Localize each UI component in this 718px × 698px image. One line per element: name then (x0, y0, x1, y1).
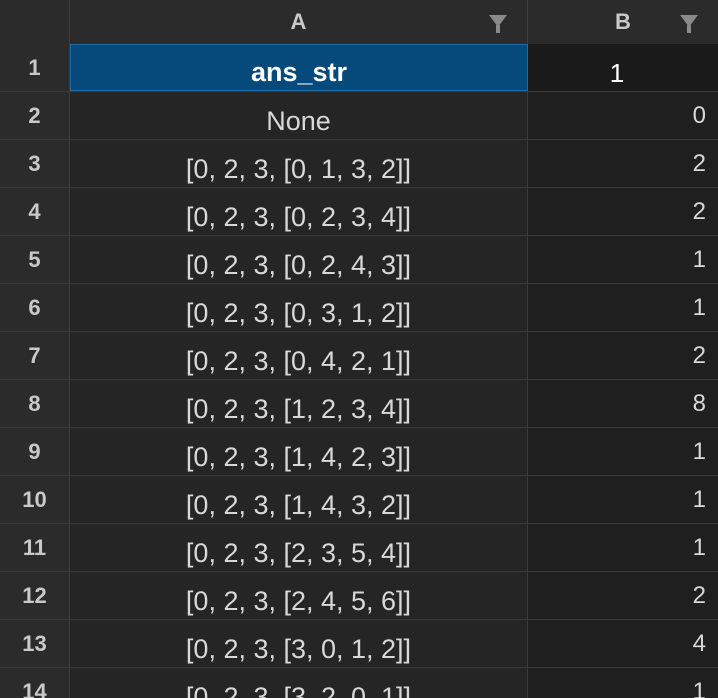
row-header[interactable]: 1 (0, 44, 70, 91)
cell-b[interactable]: 2 (528, 188, 718, 235)
cell-b[interactable]: 2 (528, 572, 718, 619)
row-header[interactable]: 3 (0, 140, 70, 187)
table-row: 4 [0, 2, 3, [0, 2, 3, 4]] 2 (0, 188, 718, 236)
row-header[interactable]: 5 (0, 236, 70, 283)
row-header[interactable]: 4 (0, 188, 70, 235)
row-header[interactable]: 2 (0, 92, 70, 139)
table-row: 2 None 0 (0, 92, 718, 140)
row-header[interactable]: 7 (0, 332, 70, 379)
cell-b[interactable]: 1 (528, 668, 718, 698)
column-header-b-label: B (615, 9, 631, 34)
row-header[interactable]: 13 (0, 620, 70, 667)
cell-b[interactable]: 2 (528, 332, 718, 379)
cell-b[interactable]: 1 (528, 476, 718, 523)
column-header-a[interactable]: A (70, 0, 528, 44)
cell-a[interactable]: [0, 2, 3, [1, 4, 3, 2]] (70, 476, 528, 523)
table-row: 7 [0, 2, 3, [0, 4, 2, 1]] 2 (0, 332, 718, 380)
table-row: 6 [0, 2, 3, [0, 3, 1, 2]] 1 (0, 284, 718, 332)
row-header[interactable]: 14 (0, 668, 70, 698)
cell-a[interactable]: [0, 2, 3, [0, 3, 1, 2]] (70, 284, 528, 331)
cell-a[interactable]: [0, 2, 3, [3, 2, 0, 1]] (70, 668, 528, 698)
cell-a[interactable]: [0, 2, 3, [3, 0, 1, 2]] (70, 620, 528, 667)
table-row: 12 [0, 2, 3, [2, 4, 5, 6]] 2 (0, 572, 718, 620)
table-row: 11 [0, 2, 3, [2, 3, 5, 4]] 1 (0, 524, 718, 572)
row-header[interactable]: 8 (0, 380, 70, 427)
cell-a[interactable]: [0, 2, 3, [2, 3, 5, 4]] (70, 524, 528, 571)
column-header-b[interactable]: B (528, 0, 718, 44)
cell-a[interactable]: [0, 2, 3, [0, 4, 2, 1]] (70, 332, 528, 379)
cell-a[interactable]: ans_str (70, 44, 528, 91)
cell-b[interactable]: 1 (528, 524, 718, 571)
table-row: 9 [0, 2, 3, [1, 4, 2, 3]] 1 (0, 428, 718, 476)
cell-b[interactable]: 1 (528, 236, 718, 283)
cell-b[interactable]: 1 (528, 428, 718, 475)
cell-b[interactable]: 1 (528, 284, 718, 331)
cell-b[interactable]: 1 (528, 44, 718, 91)
cell-a[interactable]: [0, 2, 3, [2, 4, 5, 6]] (70, 572, 528, 619)
cell-b[interactable]: 8 (528, 380, 718, 427)
column-header-a-label: A (290, 9, 307, 34)
filter-icon[interactable] (680, 15, 698, 33)
spreadsheet: A B 1 ans_str 1 2 None 0 3 [0, 2, 3, [0,… (0, 0, 718, 698)
cell-a[interactable]: [0, 2, 3, [0, 2, 3, 4]] (70, 188, 528, 235)
table-row: 5 [0, 2, 3, [0, 2, 4, 3]] 1 (0, 236, 718, 284)
table-row: 13 [0, 2, 3, [3, 0, 1, 2]] 4 (0, 620, 718, 668)
cell-grid: 1 ans_str 1 2 None 0 3 [0, 2, 3, [0, 1, … (0, 44, 718, 698)
cell-a[interactable]: [0, 2, 3, [0, 1, 3, 2]] (70, 140, 528, 187)
filter-icon[interactable] (489, 15, 507, 33)
table-row: 8 [0, 2, 3, [1, 2, 3, 4]] 8 (0, 380, 718, 428)
select-all-corner[interactable] (0, 0, 70, 44)
cell-b[interactable]: 0 (528, 92, 718, 139)
column-header-row: A B (0, 0, 718, 45)
row-header[interactable]: 6 (0, 284, 70, 331)
cell-a[interactable]: [0, 2, 3, [1, 4, 2, 3]] (70, 428, 528, 475)
table-row: 1 ans_str 1 (0, 44, 718, 92)
row-header[interactable]: 10 (0, 476, 70, 523)
table-row: 10 [0, 2, 3, [1, 4, 3, 2]] 1 (0, 476, 718, 524)
cell-b[interactable]: 2 (528, 140, 718, 187)
cell-a[interactable]: [0, 2, 3, [1, 2, 3, 4]] (70, 380, 528, 427)
cell-b[interactable]: 4 (528, 620, 718, 667)
table-row: 14 [0, 2, 3, [3, 2, 0, 1]] 1 (0, 668, 718, 698)
table-row: 3 [0, 2, 3, [0, 1, 3, 2]] 2 (0, 140, 718, 188)
row-header[interactable]: 12 (0, 572, 70, 619)
cell-a[interactable]: None (70, 92, 528, 139)
row-header[interactable]: 9 (0, 428, 70, 475)
row-header[interactable]: 11 (0, 524, 70, 571)
cell-a[interactable]: [0, 2, 3, [0, 2, 4, 3]] (70, 236, 528, 283)
